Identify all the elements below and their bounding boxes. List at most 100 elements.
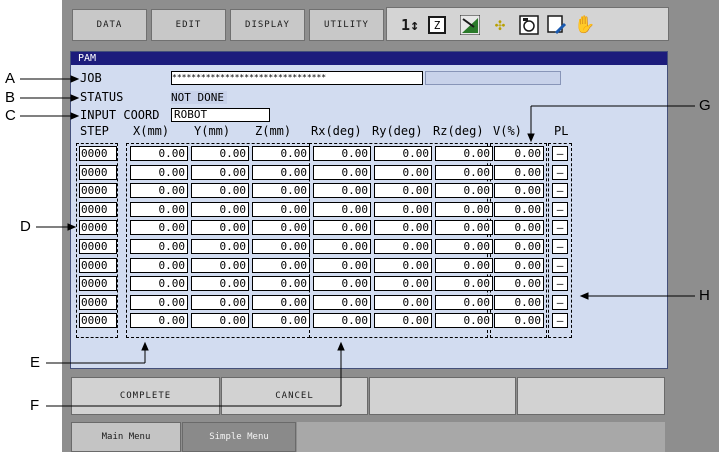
cell-x-row-7[interactable]: 0.00: [130, 276, 188, 291]
cell-x-row-4[interactable]: 0.00: [130, 220, 188, 235]
cell-v-row-5[interactable]: 0.00: [494, 239, 544, 254]
menu-data[interactable]: DATA: [72, 9, 147, 41]
cell-rz-row-8[interactable]: 0.00: [435, 295, 493, 310]
cell-rz-row-6[interactable]: 0.00: [435, 258, 493, 273]
cell-x-row-8[interactable]: 0.00: [130, 295, 188, 310]
cell-y-row-6[interactable]: 0.00: [191, 258, 249, 273]
cell-z-row-0[interactable]: 0.00: [252, 146, 310, 161]
cell-y-row-3[interactable]: 0.00: [191, 202, 249, 217]
cell-pl-row-7[interactable]: –: [552, 276, 568, 291]
cell-pl-row-8[interactable]: –: [552, 295, 568, 310]
note-icon[interactable]: Z: [428, 16, 446, 34]
cell-step-row-9[interactable]: 0000: [79, 313, 117, 328]
cell-rz-row-3[interactable]: 0.00: [435, 202, 493, 217]
cell-pl-row-6[interactable]: –: [552, 258, 568, 273]
cell-ry-row-1[interactable]: 0.00: [374, 165, 432, 180]
cell-v-row-0[interactable]: 0.00: [494, 146, 544, 161]
cell-ry-row-4[interactable]: 0.00: [374, 220, 432, 235]
cell-y-row-5[interactable]: 0.00: [191, 239, 249, 254]
cell-z-row-6[interactable]: 0.00: [252, 258, 310, 273]
cell-rz-row-9[interactable]: 0.00: [435, 313, 493, 328]
cell-rx-row-2[interactable]: 0.00: [313, 183, 371, 198]
cell-y-row-4[interactable]: 0.00: [191, 220, 249, 235]
cell-pl-row-5[interactable]: –: [552, 239, 568, 254]
job-field[interactable]: ********************************: [171, 71, 423, 85]
cell-step-row-3[interactable]: 0000: [79, 202, 117, 217]
cell-z-row-4[interactable]: 0.00: [252, 220, 310, 235]
cell-y-row-8[interactable]: 0.00: [191, 295, 249, 310]
cell-v-row-7[interactable]: 0.00: [494, 276, 544, 291]
cell-z-row-5[interactable]: 0.00: [252, 239, 310, 254]
menu-utility[interactable]: UTILITY: [309, 9, 384, 41]
cell-x-row-3[interactable]: 0.00: [130, 202, 188, 217]
cancel-button[interactable]: CANCEL: [221, 377, 368, 415]
cell-v-row-3[interactable]: 0.00: [494, 202, 544, 217]
cell-z-row-9[interactable]: 0.00: [252, 313, 310, 328]
cell-rz-row-1[interactable]: 0.00: [435, 165, 493, 180]
cell-rx-row-0[interactable]: 0.00: [313, 146, 371, 161]
menu-display[interactable]: DISPLAY: [230, 9, 305, 41]
cell-x-row-6[interactable]: 0.00: [130, 258, 188, 273]
function-button-3[interactable]: [369, 377, 516, 415]
camera-icon[interactable]: [517, 13, 541, 37]
tab-main-menu[interactable]: Main Menu: [71, 422, 181, 452]
cell-y-row-1[interactable]: 0.00: [191, 165, 249, 180]
cell-v-row-2[interactable]: 0.00: [494, 183, 544, 198]
cell-step-row-1[interactable]: 0000: [79, 165, 117, 180]
cell-y-row-0[interactable]: 0.00: [191, 146, 249, 161]
edit-icon[interactable]: [545, 13, 569, 37]
cell-x-row-0[interactable]: 0.00: [130, 146, 188, 161]
cell-step-row-4[interactable]: 0000: [79, 220, 117, 235]
cell-ry-row-5[interactable]: 0.00: [374, 239, 432, 254]
cell-x-row-9[interactable]: 0.00: [130, 313, 188, 328]
cell-rx-row-8[interactable]: 0.00: [313, 295, 371, 310]
cell-v-row-8[interactable]: 0.00: [494, 295, 544, 310]
cell-z-row-3[interactable]: 0.00: [252, 202, 310, 217]
cell-z-row-7[interactable]: 0.00: [252, 276, 310, 291]
cell-step-row-7[interactable]: 0000: [79, 276, 117, 291]
cell-v-row-9[interactable]: 0.00: [494, 313, 544, 328]
cell-pl-row-0[interactable]: –: [552, 146, 568, 161]
cell-step-row-6[interactable]: 0000: [79, 258, 117, 273]
cell-rz-row-5[interactable]: 0.00: [435, 239, 493, 254]
cell-pl-row-2[interactable]: –: [552, 183, 568, 198]
signal-icon[interactable]: [458, 13, 482, 37]
cell-pl-row-4[interactable]: –: [552, 220, 568, 235]
cell-rx-row-3[interactable]: 0.00: [313, 202, 371, 217]
cell-rx-row-7[interactable]: 0.00: [313, 276, 371, 291]
cell-pl-row-9[interactable]: –: [552, 313, 568, 328]
cell-rz-row-7[interactable]: 0.00: [435, 276, 493, 291]
cell-ry-row-8[interactable]: 0.00: [374, 295, 432, 310]
cell-ry-row-2[interactable]: 0.00: [374, 183, 432, 198]
cell-z-row-8[interactable]: 0.00: [252, 295, 310, 310]
cell-y-row-9[interactable]: 0.00: [191, 313, 249, 328]
cell-ry-row-9[interactable]: 0.00: [374, 313, 432, 328]
input-coord-field[interactable]: ROBOT: [171, 108, 270, 122]
cell-step-row-5[interactable]: 0000: [79, 239, 117, 254]
cell-y-row-2[interactable]: 0.00: [191, 183, 249, 198]
cell-rx-row-6[interactable]: 0.00: [313, 258, 371, 273]
cell-x-row-2[interactable]: 0.00: [130, 183, 188, 198]
hand-icon[interactable]: ✋: [573, 13, 597, 37]
tool-icon[interactable]: ✣: [488, 13, 512, 37]
cell-rz-row-0[interactable]: 0.00: [435, 146, 493, 161]
cell-step-row-8[interactable]: 0000: [79, 295, 117, 310]
cell-v-row-4[interactable]: 0.00: [494, 220, 544, 235]
cell-pl-row-1[interactable]: –: [552, 165, 568, 180]
cell-x-row-1[interactable]: 0.00: [130, 165, 188, 180]
cell-x-row-5[interactable]: 0.00: [130, 239, 188, 254]
cell-ry-row-3[interactable]: 0.00: [374, 202, 432, 217]
menu-edit[interactable]: EDIT: [151, 9, 226, 41]
cell-z-row-2[interactable]: 0.00: [252, 183, 310, 198]
cell-rz-row-2[interactable]: 0.00: [435, 183, 493, 198]
cell-rx-row-4[interactable]: 0.00: [313, 220, 371, 235]
cell-v-row-1[interactable]: 0.00: [494, 165, 544, 180]
cell-rx-row-9[interactable]: 0.00: [313, 313, 371, 328]
cell-pl-row-3[interactable]: –: [552, 202, 568, 217]
cell-ry-row-0[interactable]: 0.00: [374, 146, 432, 161]
cell-step-row-2[interactable]: 0000: [79, 183, 117, 198]
cell-y-row-7[interactable]: 0.00: [191, 276, 249, 291]
interlock-icon[interactable]: 1↕: [398, 13, 422, 37]
cell-z-row-1[interactable]: 0.00: [252, 165, 310, 180]
function-button-4[interactable]: [517, 377, 665, 415]
